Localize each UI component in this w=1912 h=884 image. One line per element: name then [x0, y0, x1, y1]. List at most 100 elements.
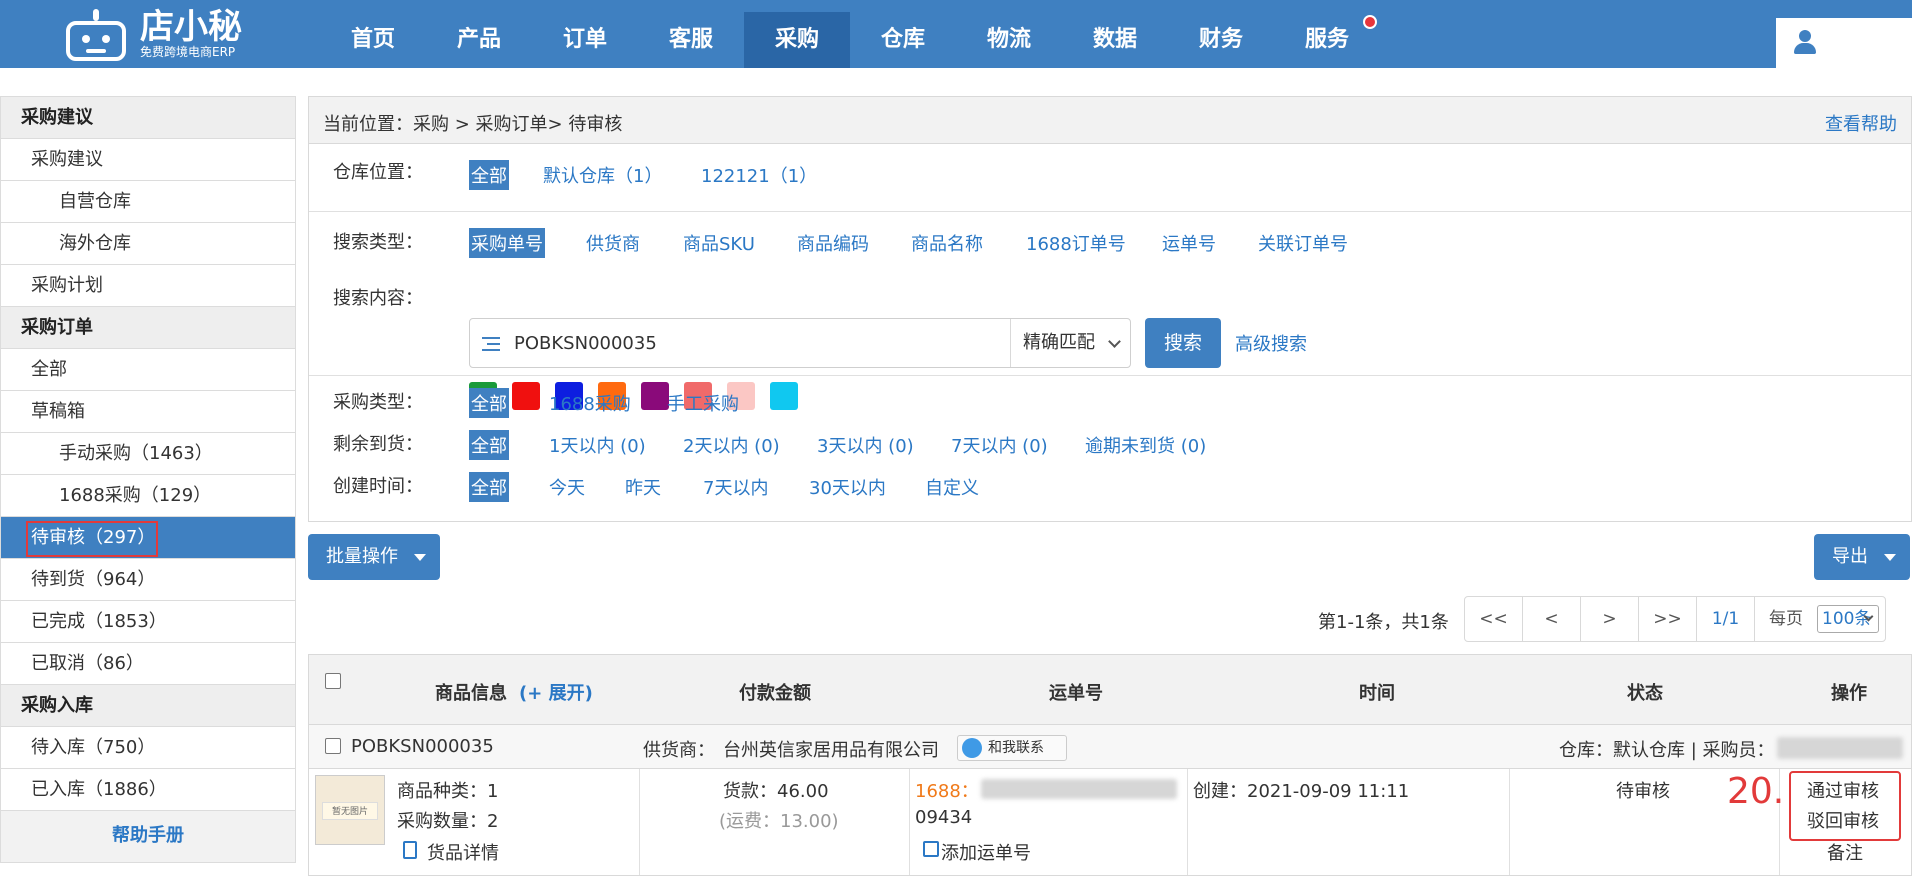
- match-mode-select[interactable]: 精确匹配: [1010, 319, 1131, 367]
- sidebar-item-completed[interactable]: 已完成（1853）: [1, 600, 295, 642]
- prev-page-button[interactable]: <: [1523, 597, 1581, 641]
- purchase-type-1688[interactable]: 1688采购: [549, 390, 631, 416]
- remaining-1day[interactable]: 1天以内 (0): [549, 432, 646, 458]
- search-type-related-order[interactable]: 关联订单号: [1258, 230, 1348, 256]
- export-button[interactable]: 导出: [1814, 534, 1910, 580]
- supplier-label: 供货商：: [643, 740, 715, 761]
- nav-orders[interactable]: 订单: [532, 12, 638, 68]
- search-input[interactable]: [514, 329, 994, 357]
- created-7days[interactable]: 7天以内: [703, 474, 768, 500]
- search-content-label: 搜索内容：: [333, 288, 423, 309]
- notification-dot: [1363, 15, 1377, 29]
- sidebar-item-overseas-warehouse[interactable]: 海外仓库: [1, 222, 295, 264]
- approve-button[interactable]: 通过审核: [1807, 777, 1879, 803]
- search-type-supplier[interactable]: 供货商: [586, 230, 640, 256]
- created-all[interactable]: 全部: [469, 472, 509, 502]
- first-page-button[interactable]: <<: [1465, 597, 1523, 641]
- reject-button[interactable]: 驳回审核: [1807, 807, 1879, 833]
- sidebar-item-purchase-plan[interactable]: 采购计划: [1, 264, 295, 306]
- sidebar-item-cancelled[interactable]: 已取消（86）: [1, 642, 295, 684]
- remark-link[interactable]: 备注: [1827, 839, 1863, 865]
- nav-data[interactable]: 数据: [1062, 12, 1168, 68]
- freight-amount: (运费：13.00): [719, 811, 839, 832]
- search-type-po-number[interactable]: 采购单号: [469, 228, 545, 258]
- created-yesterday[interactable]: 昨天: [625, 474, 661, 500]
- warehouse-option-122121[interactable]: 122121（1）: [701, 162, 817, 188]
- main-nav: 首页 产品 订单 客服 采购 仓库 物流 数据 财务 服务: [320, 12, 1380, 68]
- search-type-product-name[interactable]: 商品名称: [911, 230, 983, 256]
- sidebar-item-all[interactable]: 全部: [1, 348, 295, 390]
- per-page-select[interactable]: 100条: [1817, 605, 1879, 633]
- header-amount: 付款金额: [739, 683, 811, 704]
- created-today[interactable]: 今天: [549, 474, 585, 500]
- export-label: 导出: [1832, 546, 1868, 567]
- remaining-all[interactable]: 全部: [469, 430, 509, 460]
- batch-operations-button[interactable]: 批量操作: [308, 534, 440, 580]
- nav-logistics[interactable]: 物流: [956, 12, 1062, 68]
- warehouse-buyer-info: 仓库：默认仓库 | 采购员：: [1559, 740, 1775, 761]
- created-custom[interactable]: 自定义: [925, 474, 979, 500]
- per-page-label: 每页: [1769, 609, 1803, 629]
- nav-finance[interactable]: 财务: [1168, 12, 1274, 68]
- user-menu[interactable]: [1776, 18, 1912, 68]
- search-type-product-code[interactable]: 商品编码: [797, 230, 869, 256]
- contact-me-label: 和我联系: [988, 740, 1044, 756]
- nav-warehouse[interactable]: 仓库: [850, 12, 956, 68]
- match-mode-value: 精确匹配: [1023, 332, 1095, 353]
- table-header: 商品信息 (+ 展开) 付款金额 运单号 时间 状态 操作: [309, 655, 1911, 725]
- purchase-type-all[interactable]: 全部: [469, 388, 509, 418]
- table-row-detail: 暂无图片 商品种类：1 采购数量：2 货品详情 货款：46.00 (运费：13.…: [309, 769, 1911, 875]
- sidebar-item-awaiting-arrival[interactable]: 待到货（964）: [1, 558, 295, 600]
- remaining-arrival-label: 剩余到货：: [333, 434, 423, 455]
- advanced-search-link[interactable]: 高级搜索: [1235, 330, 1307, 356]
- remaining-2days[interactable]: 2天以内 (0): [683, 432, 780, 458]
- supplier-name: 台州英信家居用品有限公司: [723, 740, 939, 761]
- order-number-link[interactable]: POBKSN000035: [351, 736, 494, 757]
- search-button[interactable]: 搜索: [1145, 318, 1221, 368]
- sidebar-item-manual-purchase[interactable]: 手动采购（1463）: [1, 432, 295, 474]
- search-type-sku[interactable]: 商品SKU: [683, 230, 755, 256]
- nav-customer-service[interactable]: 客服: [638, 12, 744, 68]
- last-page-button[interactable]: >>: [1639, 597, 1697, 641]
- sidebar-item-own-warehouse[interactable]: 自营仓库: [1, 180, 295, 222]
- created-30days[interactable]: 30天以内: [809, 474, 886, 500]
- product-thumbnail[interactable]: 暂无图片: [315, 775, 385, 845]
- search-type-1688-order[interactable]: 1688订单号: [1026, 230, 1126, 256]
- search-box: 精确匹配: [469, 318, 1131, 368]
- sidebar-item-suggestion[interactable]: 采购建议: [1, 138, 295, 180]
- sidebar-group-suggestion: 采购建议: [1, 96, 295, 138]
- warehouse-option-default[interactable]: 默认仓库（1）: [543, 162, 662, 188]
- sidebar-item-1688-purchase[interactable]: 1688采购（129）: [1, 474, 295, 516]
- contact-me-button[interactable]: 和我联系: [957, 735, 1067, 761]
- remaining-overdue[interactable]: 逾期未到货 (0): [1085, 432, 1206, 458]
- filter-panel: 仓库位置： 全部 默认仓库（1） 122121（1） 搜索类型： 采购单号 供货…: [308, 144, 1912, 522]
- remaining-3days[interactable]: 3天以内 (0): [817, 432, 914, 458]
- user-icon: [1791, 28, 1819, 56]
- select-all-checkbox[interactable]: [325, 673, 341, 689]
- nav-products[interactable]: 产品: [426, 12, 532, 68]
- sidebar-item-stocked-in[interactable]: 已入库（1886）: [1, 768, 295, 810]
- purchase-type-manual[interactable]: 手工采购: [667, 390, 739, 416]
- nav-home[interactable]: 首页: [320, 12, 426, 68]
- caret-down-icon: [414, 554, 426, 561]
- logo[interactable]: 店小秘 免费跨境电商ERP: [62, 0, 242, 68]
- sidebar-group-stock-in: 采购入库: [1, 684, 295, 726]
- batch-operations-label: 批量操作: [326, 546, 398, 567]
- sidebar-item-drafts[interactable]: 草稿箱: [1, 390, 295, 432]
- goods-amount: 货款：46.00: [723, 781, 829, 802]
- view-help-link[interactable]: 查看帮助: [1825, 110, 1897, 136]
- warehouse-option-all[interactable]: 全部: [469, 160, 509, 190]
- expand-toggle[interactable]: (+ 展开): [519, 679, 593, 705]
- remaining-7days[interactable]: 7天以内 (0): [951, 432, 1048, 458]
- search-type-tracking[interactable]: 运单号: [1162, 230, 1216, 256]
- next-page-button[interactable]: >: [1581, 597, 1639, 641]
- help-manual-link[interactable]: 帮助手册: [1, 810, 295, 862]
- add-tracking-link[interactable]: 添加运单号: [941, 839, 1031, 865]
- sidebar-item-pending-stock-in[interactable]: 待入库（750）: [1, 726, 295, 768]
- list-menu-icon[interactable]: [482, 335, 504, 353]
- row-checkbox[interactable]: [325, 738, 341, 754]
- created-time-label: 创建时间：: [333, 476, 423, 497]
- goods-detail-link[interactable]: 货品详情: [427, 839, 499, 865]
- nav-purchase[interactable]: 采购: [744, 12, 850, 68]
- sidebar-item-pending-review[interactable]: 待审核（297）: [1, 516, 295, 558]
